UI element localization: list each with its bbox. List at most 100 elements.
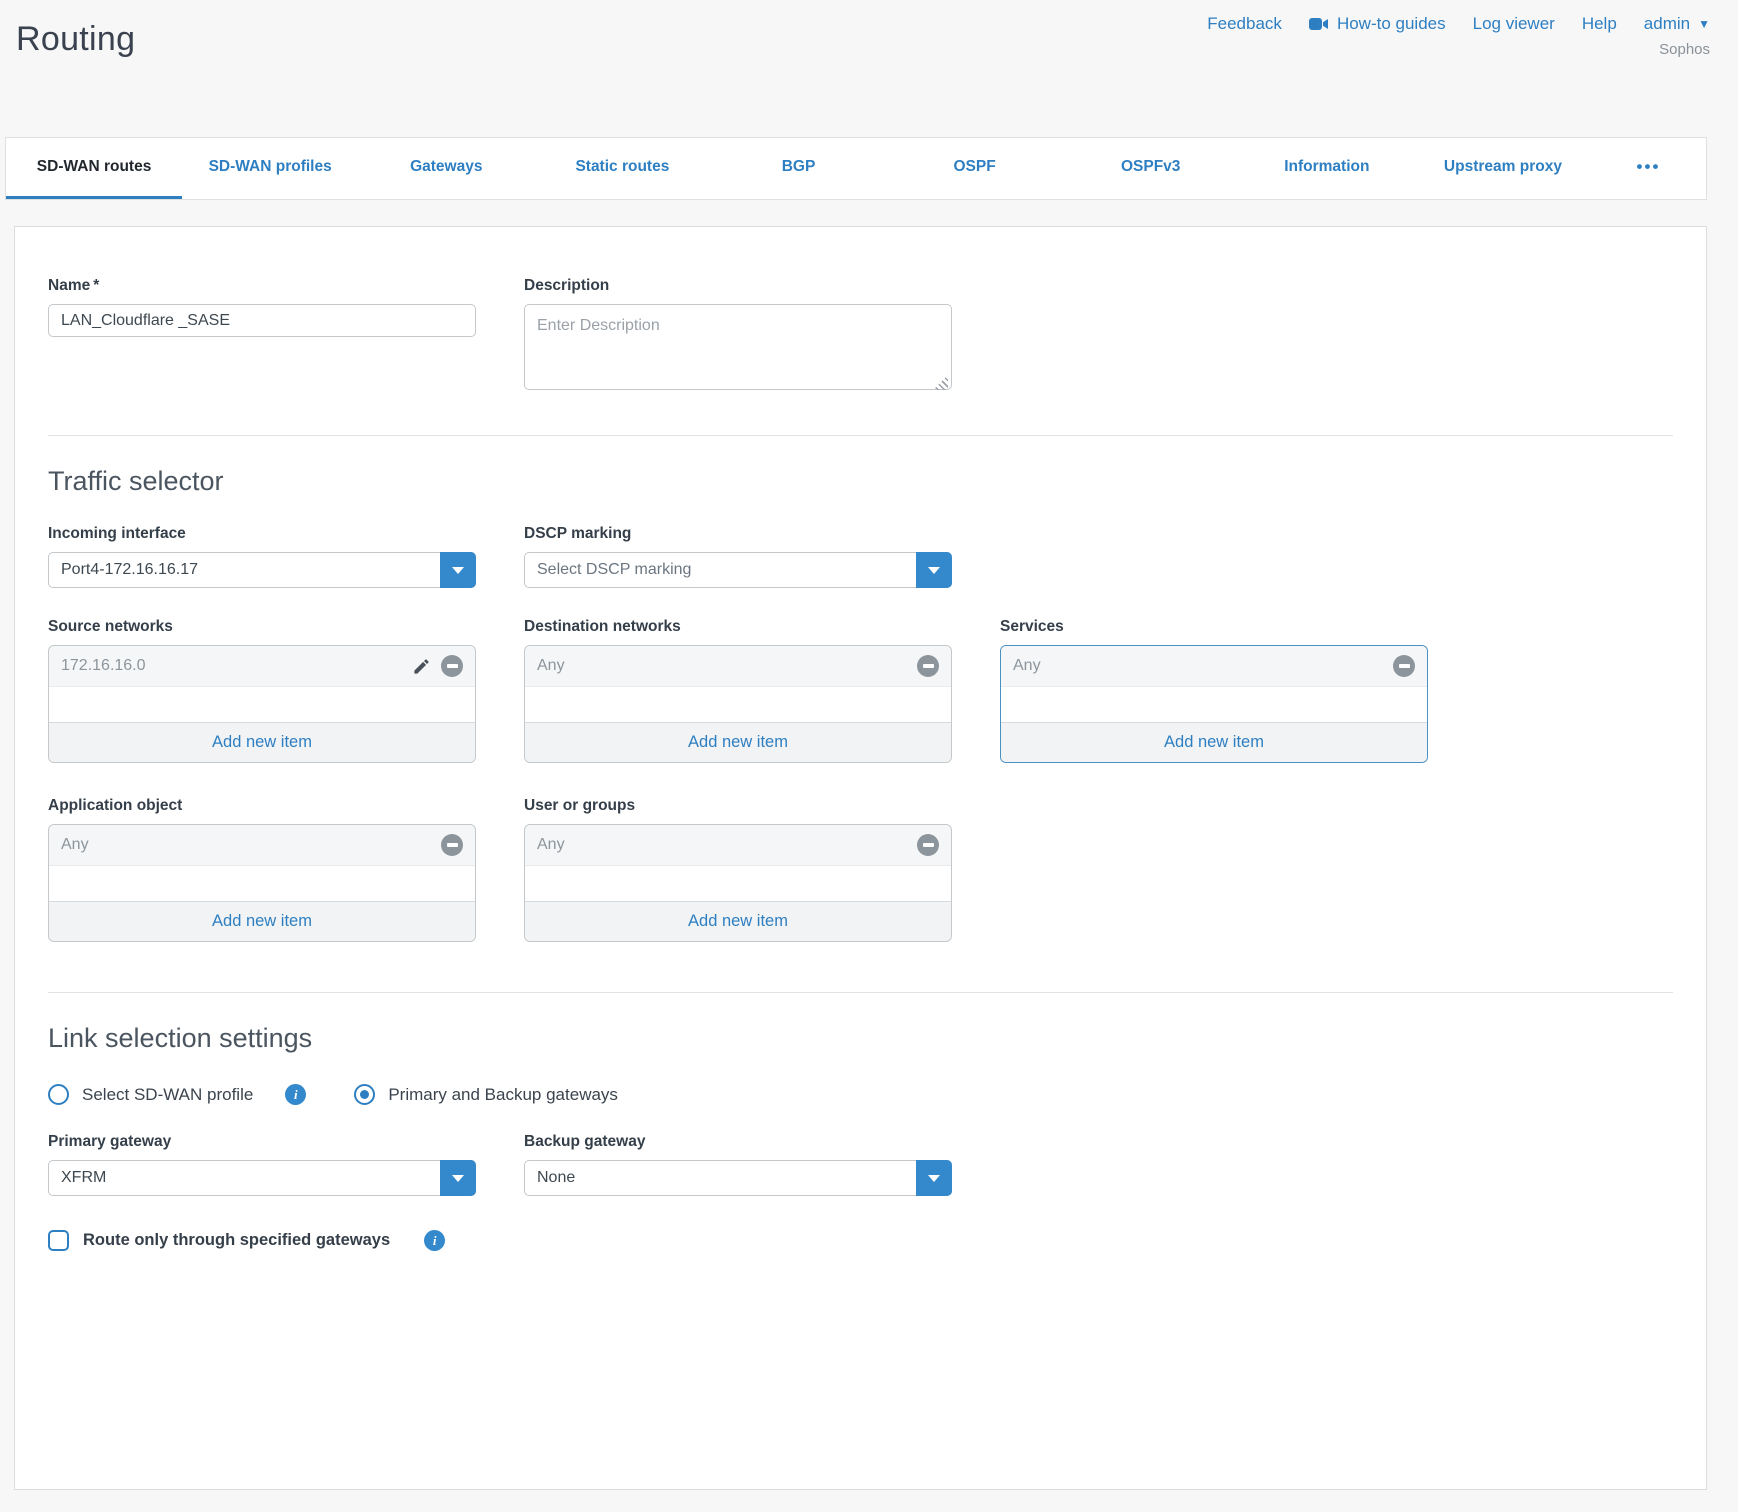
list-item: Any — [525, 825, 951, 866]
tab-gateways[interactable]: Gateways — [358, 138, 534, 199]
description-textarea[interactable] — [524, 304, 952, 390]
list-item-value: Any — [1013, 657, 1041, 675]
feedback-link[interactable]: Feedback — [1207, 14, 1282, 34]
list-item-value: 172.16.16.0 — [61, 657, 146, 675]
traffic-selector-heading: Traffic selector — [48, 466, 1673, 497]
admin-menu[interactable]: admin ▼ — [1644, 14, 1710, 34]
edit-icon[interactable] — [412, 657, 431, 676]
source-networks-label: Source networks — [48, 618, 476, 636]
services-listbox: Any Add new item — [1000, 645, 1428, 763]
log-viewer-link[interactable]: Log viewer — [1473, 14, 1555, 34]
radio-primary-backup-gateways[interactable]: Primary and Backup gateways — [354, 1084, 618, 1105]
required-mark: * — [93, 277, 99, 294]
source-networks-listbox: 172.16.16.0 Add new item — [48, 645, 476, 763]
primary-gateway-label: Primary gateway — [48, 1133, 476, 1151]
list-empty-space — [525, 687, 951, 722]
radio-select-sdwan-profile[interactable]: Select SD-WAN profile i — [48, 1084, 306, 1105]
dscp-marking-label: DSCP marking — [524, 525, 952, 543]
destination-networks-add-button[interactable]: Add new item — [525, 722, 951, 762]
list-item-value: Any — [61, 836, 89, 854]
chevron-down-icon[interactable] — [916, 552, 952, 588]
list-item-value: Any — [537, 657, 565, 675]
backup-gateway-select[interactable]: None — [524, 1160, 952, 1196]
source-networks-add-button[interactable]: Add new item — [49, 722, 475, 762]
help-link[interactable]: Help — [1582, 14, 1617, 34]
services-add-button[interactable]: Add new item — [1001, 722, 1427, 762]
list-empty-space — [49, 866, 475, 901]
app-users-row: Application object Any Add new item User… — [48, 797, 1673, 942]
tab-sdwan-profiles[interactable]: SD-WAN profiles — [182, 138, 358, 199]
primary-gateway-value: XFRM — [61, 1169, 106, 1187]
list-item: Any — [1001, 646, 1427, 687]
header-utility-area: Feedback How-to guides Log viewer Help a… — [1207, 14, 1710, 58]
info-icon[interactable]: i — [285, 1084, 306, 1105]
tab-more-menu[interactable]: ••• — [1591, 138, 1706, 199]
backup-gateway-label: Backup gateway — [524, 1133, 952, 1151]
info-icon[interactable]: i — [424, 1230, 445, 1251]
list-item-value: Any — [537, 836, 565, 854]
name-description-row: Name* Description — [48, 277, 1673, 395]
divider — [48, 992, 1673, 993]
divider — [48, 435, 1673, 436]
destination-networks-label: Destination networks — [524, 618, 952, 636]
list-empty-space — [1001, 687, 1427, 722]
radio-icon — [48, 1084, 69, 1105]
brand-label: Sophos — [1207, 41, 1710, 58]
tab-sdwan-routes[interactable]: SD-WAN routes — [6, 138, 182, 199]
howto-guides-label: How-to guides — [1337, 14, 1446, 34]
tab-upstream-proxy[interactable]: Upstream proxy — [1415, 138, 1591, 199]
tab-information[interactable]: Information — [1239, 138, 1415, 199]
route-only-checkbox[interactable] — [48, 1230, 69, 1251]
gateway-mode-radio-group: Select SD-WAN profile i Primary and Back… — [48, 1084, 1673, 1105]
incoming-interface-select[interactable]: Port4-172.16.16.17 — [48, 552, 476, 588]
incoming-interface-value: Port4-172.16.16.17 — [61, 561, 198, 579]
tab-bar: SD-WAN routes SD-WAN profiles Gateways S… — [5, 137, 1707, 200]
primary-gateway-select[interactable]: XFRM — [48, 1160, 476, 1196]
chevron-down-icon[interactable] — [440, 552, 476, 588]
video-camera-icon — [1309, 17, 1329, 31]
link-selection-heading: Link selection settings — [48, 1023, 1673, 1054]
list-item: Any — [525, 646, 951, 687]
backup-gateway-value: None — [537, 1169, 575, 1187]
howto-guides-link[interactable]: How-to guides — [1309, 14, 1446, 34]
services-label: Services — [1000, 618, 1428, 636]
route-only-row: Route only through specified gateways i — [48, 1230, 1673, 1251]
radio-icon-selected — [354, 1084, 375, 1105]
dscp-marking-select[interactable]: Select DSCP marking — [524, 552, 952, 588]
dscp-marking-value: Select DSCP marking — [537, 561, 691, 579]
destination-networks-listbox: Any Add new item — [524, 645, 952, 763]
user-or-groups-add-button[interactable]: Add new item — [525, 901, 951, 941]
chevron-down-icon: ▼ — [1698, 17, 1710, 31]
remove-icon[interactable] — [441, 834, 463, 856]
application-object-add-button[interactable]: Add new item — [49, 901, 475, 941]
application-object-listbox: Any Add new item — [48, 824, 476, 942]
tab-bgp[interactable]: BGP — [710, 138, 886, 199]
content-card: Name* Description Traffic selector Incom… — [14, 226, 1707, 1490]
name-input[interactable] — [48, 304, 476, 337]
remove-icon[interactable] — [1393, 655, 1415, 677]
interface-dscp-row: Incoming interface Port4-172.16.16.17 DS… — [48, 525, 1673, 588]
tab-static-routes[interactable]: Static routes — [534, 138, 710, 199]
admin-label: admin — [1644, 14, 1690, 34]
user-or-groups-listbox: Any Add new item — [524, 824, 952, 942]
remove-icon[interactable] — [917, 834, 939, 856]
list-empty-space — [49, 687, 475, 722]
list-item: Any — [49, 825, 475, 866]
chevron-down-icon[interactable] — [916, 1160, 952, 1196]
tab-ospf[interactable]: OSPF — [887, 138, 1063, 199]
gateways-row: Primary gateway XFRM Backup gateway None — [48, 1133, 1673, 1196]
user-or-groups-label: User or groups — [524, 797, 952, 815]
tab-ospfv3[interactable]: OSPFv3 — [1063, 138, 1239, 199]
application-object-label: Application object — [48, 797, 476, 815]
page-header: Routing Feedback How-to guides Log viewe… — [0, 0, 1738, 137]
chevron-down-icon[interactable] — [440, 1160, 476, 1196]
name-label: Name* — [48, 277, 476, 295]
description-label: Description — [524, 277, 952, 295]
list-empty-space — [525, 866, 951, 901]
remove-icon[interactable] — [441, 655, 463, 677]
route-only-label: Route only through specified gateways — [83, 1231, 390, 1250]
list-item: 172.16.16.0 — [49, 646, 475, 687]
radio-label: Primary and Backup gateways — [388, 1085, 618, 1105]
incoming-interface-label: Incoming interface — [48, 525, 476, 543]
remove-icon[interactable] — [917, 655, 939, 677]
